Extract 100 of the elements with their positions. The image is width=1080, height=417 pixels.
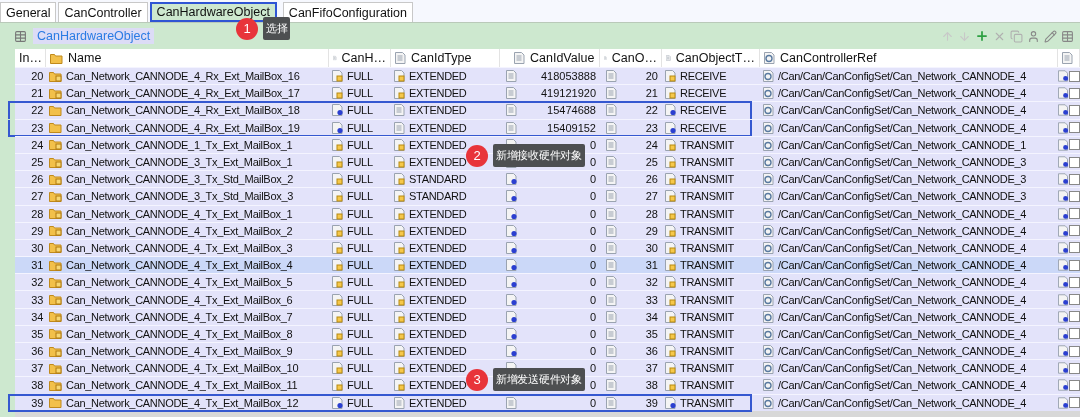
document-icon <box>1058 207 1069 220</box>
checkbox[interactable] <box>1069 397 1080 409</box>
table-cell: /Can/Can/CanConfigSet/Can_Network_CANNODE_3 <box>778 190 1027 203</box>
table-cell: EXTENDED <box>409 276 467 289</box>
callout-note: 选择 <box>263 17 291 40</box>
checkbox[interactable] <box>1069 139 1080 151</box>
checkbox[interactable] <box>1069 208 1080 220</box>
document-icon <box>763 190 774 203</box>
document-icon <box>665 276 676 289</box>
table-cell: FULL <box>347 138 373 151</box>
document-icon <box>332 70 343 83</box>
table-cell: EXTENDED <box>409 293 467 306</box>
table-cell: /Can/Can/CanConfigSet/Can_Network_CANNODE_4 <box>778 87 1027 100</box>
checkbox[interactable] <box>1069 225 1080 237</box>
table-cell: /Can/Can/CanConfigSet/Can_Network_CANNODE_3 <box>778 173 1027 186</box>
checkbox[interactable] <box>1069 242 1080 254</box>
document-icon <box>665 293 676 306</box>
checkbox[interactable] <box>1069 276 1080 288</box>
table-cell: 20 <box>645 70 658 83</box>
table-cell: 29 <box>645 224 658 237</box>
checkbox[interactable] <box>1069 87 1080 99</box>
checkbox[interactable] <box>1069 362 1080 374</box>
document-icon <box>665 241 676 254</box>
document-icon <box>394 396 405 409</box>
column-header[interactable]: Name <box>68 51 102 65</box>
table-row[interactable]: 27 Can_Network_CANNODE_3_Tx_Std_MailBox_3 FULL STANDARD 0 27 TRANSMIT /Can/Can/CanConfigSet/Can_Network_CANNODE_3 <box>15 187 1080 205</box>
column-header[interactable]: CanControllerRef <box>780 51 877 65</box>
column-header[interactable]: In… <box>19 51 42 65</box>
table-row[interactable]: 20 Can_Network_CANNODE_4_Rx_Ext_MailBox_16 FULL EXTENDED 418053888 20 RECEIVE /Can/Can/CanConfigSet/Can_Network_CANNODE_4 <box>15 67 1080 85</box>
table-cell: /Can/Can/CanConfigSet/Can_Network_CANNODE_4 <box>778 310 1027 323</box>
table-cell: 34 <box>645 310 658 323</box>
document-icon <box>394 379 405 392</box>
table-cell: 24 <box>645 138 658 151</box>
document-icon <box>506 327 517 340</box>
document-icon <box>1058 173 1069 186</box>
table-row[interactable]: 26 Can_Network_CANNODE_3_Tx_Std_MailBox_2 FULL STANDARD 0 26 TRANSMIT /Can/Can/CanConfigSet/Can_Network_CANNODE_3 <box>15 170 1080 188</box>
column-header[interactable]: CanO… <box>611 51 657 65</box>
document-icon <box>665 190 676 203</box>
document-icon <box>394 293 405 306</box>
table-cell: Can_Network_CANNODE_4_Tx_Ext_MailBox_2 <box>66 224 293 237</box>
table-row[interactable]: 33 Can_Network_CANNODE_4_Tx_Ext_MailBox_6 FULL EXTENDED 0 33 TRANSMIT /Can/Can/CanConfigSet/Can_Network_CANNODE_4 <box>15 290 1080 308</box>
checkbox[interactable] <box>1069 379 1080 391</box>
tab[interactable]: CanHardwareObject <box>149 2 277 22</box>
table-icon <box>14 29 27 43</box>
document-icon <box>394 224 405 237</box>
column-header[interactable]: CanIdValue <box>530 51 595 65</box>
document-icon <box>514 52 525 64</box>
checkbox[interactable] <box>1069 311 1080 323</box>
table-row[interactable]: 31 Can_Network_CANNODE_4_Tx_Ext_MailBox_4 FULL EXTENDED 0 31 TRANSMIT /Can/Can/CanConfigSet/Can_Network_CANNODE_4 <box>15 256 1080 274</box>
document-icon <box>665 379 676 392</box>
checkbox[interactable] <box>1069 190 1080 202</box>
table-cell: EXTENDED <box>409 104 467 117</box>
table-row[interactable]: 21 Can_Network_CANNODE_4_Rx_Ext_MailBox_17 FULL EXTENDED 419121920 21 RECEIVE /Can/Can/CanConfigSet/Can_Network_CANNODE_4 <box>15 84 1080 102</box>
table-cell: 0 <box>589 276 596 289</box>
tab[interactable]: General <box>0 2 57 22</box>
tab[interactable]: CanController <box>58 2 148 22</box>
table-cell: 27 <box>31 190 43 203</box>
checkbox[interactable] <box>1069 122 1080 134</box>
table-cell: FULL <box>347 70 373 83</box>
pencil-icon[interactable] <box>1044 29 1057 43</box>
table-cell: TRANSMIT <box>680 156 734 169</box>
person-icon[interactable] <box>1027 29 1040 43</box>
document-icon <box>332 327 343 340</box>
document-icon <box>1058 276 1069 289</box>
column-header[interactable]: CanH… <box>341 51 386 65</box>
folder-icon <box>49 242 62 254</box>
checkbox[interactable] <box>1069 328 1080 340</box>
document-icon <box>606 87 617 100</box>
table-cell: 37 <box>31 362 43 375</box>
checkbox[interactable] <box>1069 173 1080 185</box>
tab[interactable]: CanFifoConfiguration <box>282 2 413 22</box>
checkbox[interactable] <box>1069 70 1080 82</box>
document-icon <box>506 276 517 289</box>
folder-icon <box>49 156 62 168</box>
document-icon <box>606 190 617 203</box>
table-cell: 35 <box>31 327 43 340</box>
document-icon <box>1058 379 1069 392</box>
table-cell: 32 <box>645 276 658 289</box>
table-cell: Can_Network_CANNODE_4_Tx_Ext_MailBox_9 <box>66 345 293 358</box>
add-icon[interactable] <box>975 29 989 43</box>
checkbox[interactable] <box>1069 259 1080 271</box>
document-icon <box>1058 327 1069 340</box>
table-cell: 28 <box>645 207 658 220</box>
document-icon <box>763 396 774 409</box>
column-header[interactable]: CanIdType <box>411 51 472 65</box>
checkbox[interactable] <box>1069 345 1080 357</box>
table-cell: 0 <box>589 241 596 254</box>
checkbox[interactable] <box>1069 156 1080 168</box>
table-row[interactable]: 36 Can_Network_CANNODE_4_Tx_Ext_MailBox_9 FULL EXTENDED 0 36 TRANSMIT /Can/Can/CanConfigSet/Can_Network_CANNODE_4 <box>15 342 1080 360</box>
document-icon <box>332 104 343 117</box>
column-header[interactable]: CanObjectT… <box>675 51 755 65</box>
folder-icon <box>49 225 62 237</box>
checkbox[interactable] <box>1069 104 1080 116</box>
table-icon[interactable] <box>1061 29 1074 43</box>
table-cell: 0 <box>589 345 596 358</box>
table-row[interactable]: 32 Can_Network_CANNODE_4_Tx_Ext_MailBox_5 FULL EXTENDED 0 32 TRANSMIT /Can/Can/CanConfigSet/Can_Network_CANNODE_4 <box>15 273 1080 291</box>
table-cell: Can_Network_CANNODE_3_Tx_Std_MailBox_2 <box>66 173 294 186</box>
table-cell: 0 <box>589 138 596 151</box>
document-icon <box>506 190 517 203</box>
checkbox[interactable] <box>1069 294 1080 306</box>
